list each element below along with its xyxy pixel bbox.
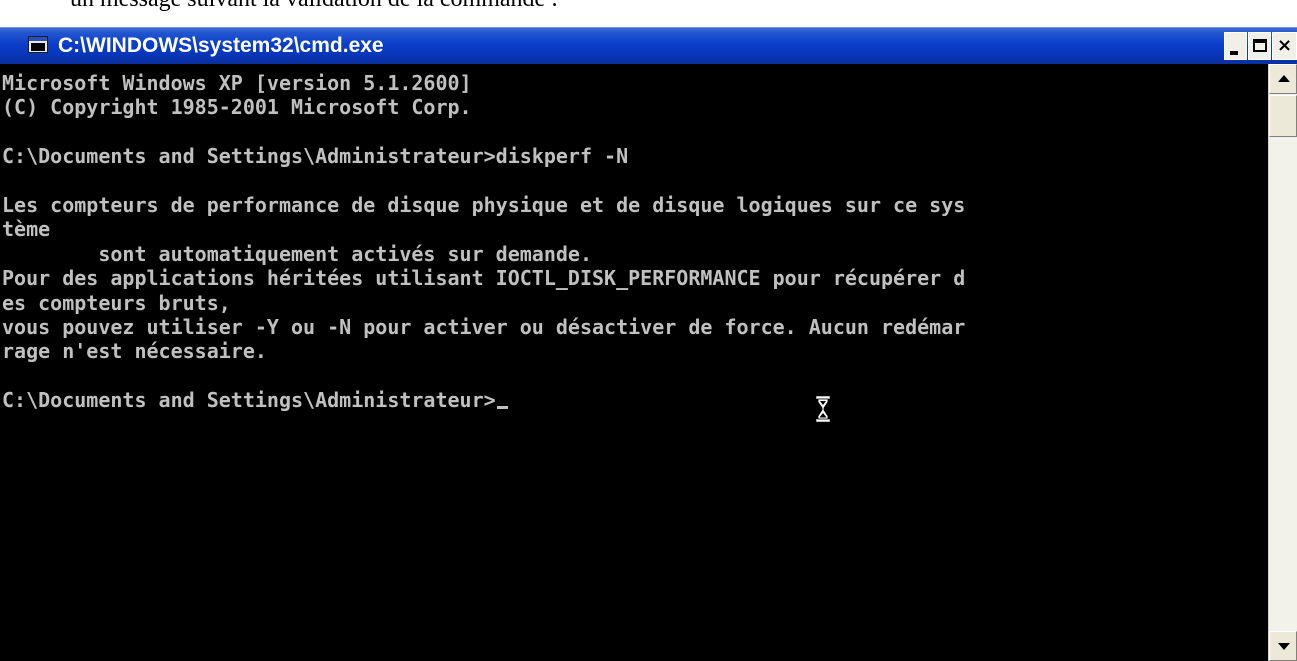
command-prompt[interactable]: C:\Documents and Settings\Administrateur… [2, 388, 496, 412]
text-cursor [496, 406, 508, 410]
maximize-button[interactable] [1248, 32, 1271, 60]
scroll-down-button[interactable] [1269, 631, 1297, 661]
cmd-window: C:\WINDOWS\system32\cmd.exe × Microsoft … [0, 27, 1297, 661]
minimize-icon [1230, 51, 1238, 55]
vertical-scrollbar[interactable] [1268, 64, 1297, 661]
close-button[interactable]: × [1272, 32, 1297, 60]
console-line: Pour des applications héritées utilisant… [2, 266, 966, 291]
console-line: Les compteurs de performance de disque p… [2, 193, 966, 218]
console-line: vous pouvez utiliser -Y ou -N pour activ… [2, 315, 966, 340]
console-line: tème [2, 217, 51, 242]
arrow-up-icon [1278, 75, 1290, 82]
console-line: Microsoft Windows XP [version 5.1.2600] [2, 71, 472, 95]
window-title: C:\WINDOWS\system32\cmd.exe [58, 34, 384, 57]
maximize-icon [1253, 39, 1267, 52]
scroll-thumb[interactable] [1269, 95, 1297, 137]
scroll-up-button[interactable] [1269, 64, 1297, 94]
title-bar[interactable]: C:\WINDOWS\system32\cmd.exe × [0, 27, 1297, 64]
document-caption: un message suivant la validation de la c… [70, 0, 558, 12]
console-line: (C) Copyright 1985-2001 Microsoft Corp. [2, 95, 472, 120]
close-icon: × [1276, 35, 1293, 56]
hourglass-icon [816, 396, 830, 422]
console-line: es compteurs bruts, [2, 290, 231, 315]
console-line: rage n'est nécessaire. [2, 339, 267, 364]
arrow-down-icon [1278, 643, 1290, 650]
console-line: C:\Documents and Settings\Administrateur… [2, 144, 629, 169]
console-line: sont automatiquement activés sur demande… [2, 241, 593, 266]
console-output[interactable]: Microsoft Windows XP [version 5.1.2600] … [0, 64, 1268, 661]
console-window-icon[interactable] [28, 36, 48, 53]
minimize-button[interactable] [1224, 32, 1247, 60]
